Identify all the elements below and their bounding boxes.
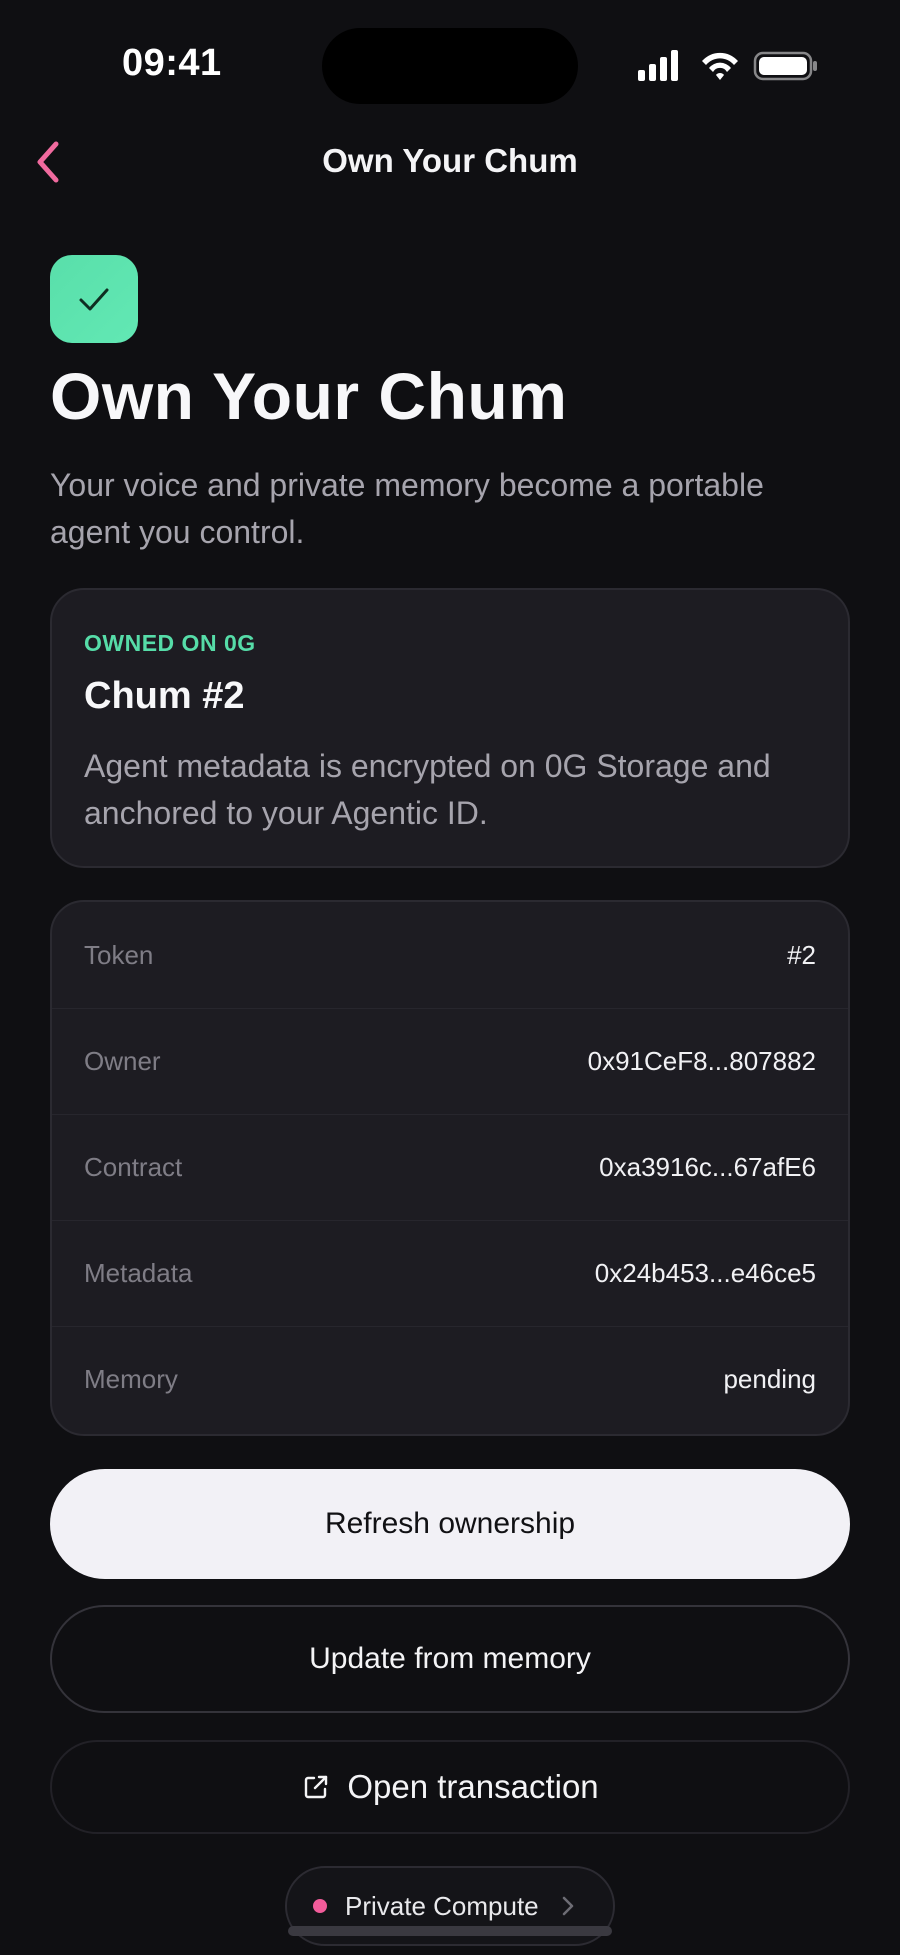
status-icons bbox=[638, 50, 817, 81]
page-title: Own Your Chum bbox=[50, 359, 568, 433]
refresh-ownership-label: Refresh ownership bbox=[324, 1507, 576, 1540]
detail-label: Memory bbox=[84, 1364, 178, 1394]
ownership-eyebrow: OWNED ON 0G bbox=[84, 630, 256, 656]
detail-value: 0x24b453...e46ce5 bbox=[594, 1258, 816, 1288]
update-from-memory-button[interactable]: Update from memory bbox=[50, 1605, 850, 1713]
home-indicator bbox=[288, 1926, 612, 1936]
detail-value: #2 bbox=[787, 940, 816, 970]
detail-label: Token bbox=[84, 940, 154, 970]
detail-value: pending bbox=[723, 1364, 816, 1394]
page-subtitle: Your voice and private memory become a p… bbox=[50, 467, 764, 550]
open-transaction-button[interactable]: Open transaction bbox=[50, 1740, 850, 1834]
detail-label: Owner bbox=[84, 1046, 161, 1076]
nav-bar: Own Your Chum bbox=[0, 130, 900, 194]
details-card: Token #2 Owner 0x91CeF8...807882 Contrac… bbox=[50, 900, 850, 1436]
status-time: 09:41 bbox=[122, 42, 222, 84]
detail-label: Metadata bbox=[84, 1258, 193, 1288]
checkmark-icon bbox=[79, 288, 109, 311]
external-link-icon bbox=[301, 1772, 331, 1802]
private-compute-label: Private Compute bbox=[345, 1890, 539, 1921]
battery-icon bbox=[753, 51, 817, 81]
detail-value: 0xa3916c...67afE6 bbox=[599, 1152, 816, 1182]
update-from-memory-label: Update from memory bbox=[309, 1642, 591, 1675]
detail-label: Contract bbox=[84, 1152, 183, 1182]
success-badge bbox=[50, 255, 138, 343]
open-transaction-label: Open transaction bbox=[347, 1768, 599, 1805]
nav-title: Own Your Chum bbox=[322, 142, 578, 179]
detail-row-owner: Owner 0x91CeF8...807882 bbox=[52, 1008, 848, 1115]
cellular-signal-icon bbox=[638, 50, 678, 81]
detail-row-memory: Memory pending bbox=[52, 1326, 848, 1432]
chevron-right-icon bbox=[561, 1895, 575, 1917]
ownership-description: Agent metadata is encrypted on 0G Storag… bbox=[84, 748, 771, 831]
detail-row-metadata: Metadata 0x24b453...e46ce5 bbox=[52, 1220, 848, 1327]
detail-row-contract: Contract 0xa3916c...67afE6 bbox=[52, 1114, 848, 1221]
detail-row-token: Token #2 bbox=[52, 902, 848, 1009]
wifi-icon bbox=[702, 52, 738, 80]
detail-value: 0x91CeF8...807882 bbox=[587, 1046, 816, 1076]
ownership-card: OWNED ON 0G Chum #2 Agent metadata is en… bbox=[50, 588, 850, 868]
status-dot bbox=[313, 1899, 327, 1913]
status-bar: 09:41 bbox=[0, 0, 900, 130]
agent-name: Chum #2 bbox=[84, 675, 245, 717]
dynamic-island bbox=[322, 28, 578, 104]
refresh-ownership-button[interactable]: Refresh ownership bbox=[50, 1469, 850, 1579]
